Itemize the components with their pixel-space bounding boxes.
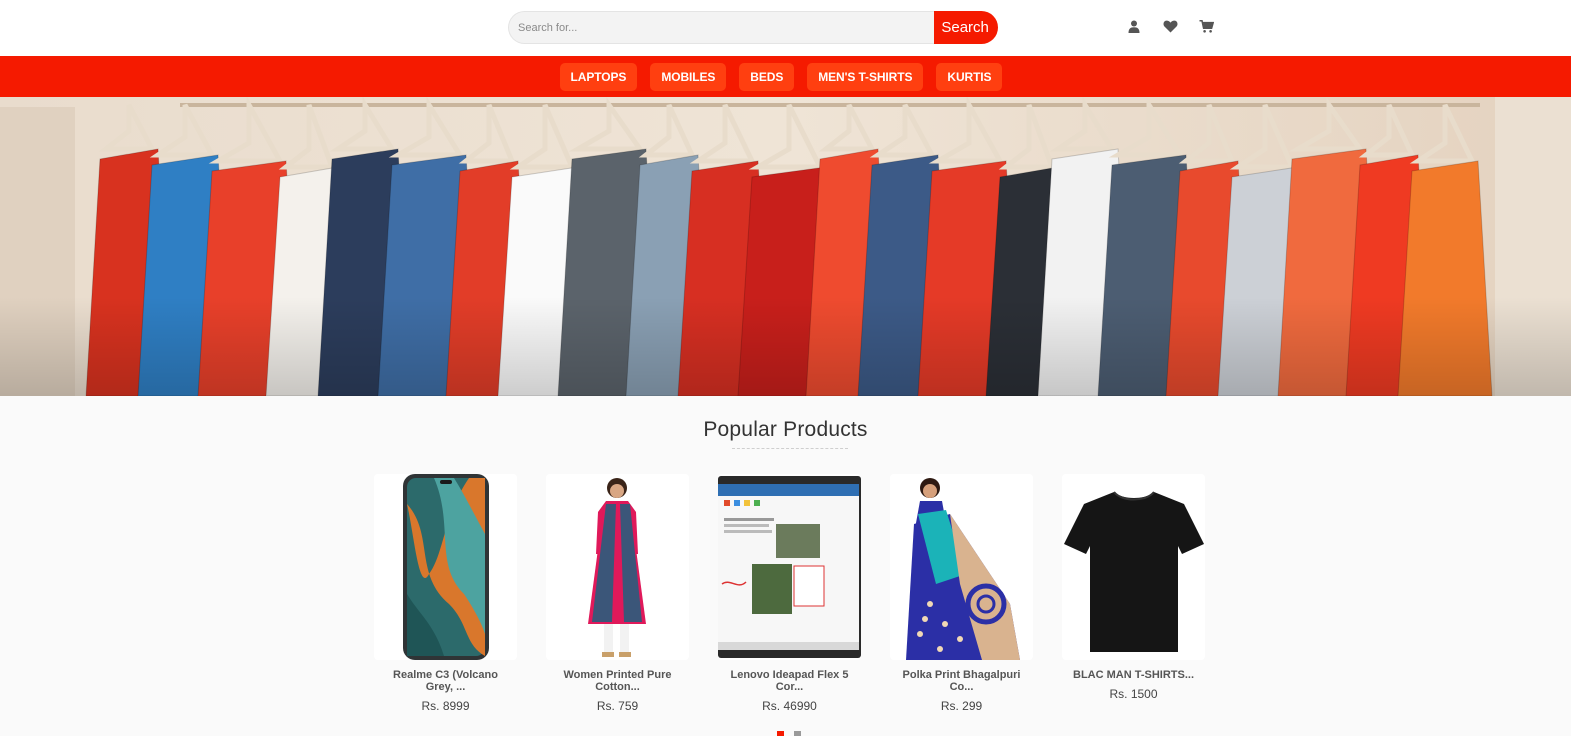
search-bar: Search <box>508 11 998 44</box>
product-price: Rs. 1500 <box>1109 687 1158 701</box>
product-name[interactable]: Women Printed Pure Cotton... <box>546 669 689 693</box>
product-name[interactable]: Polka Print Bhagalpuri Co... <box>890 669 1033 693</box>
nav-item-kurtis[interactable]: KURTIS <box>936 62 1003 91</box>
product-carousel: Realme C3 (Volcano Grey, ... Rs. 8999 Wo… <box>374 474 1205 713</box>
product-price: Rs. 8999 <box>421 699 470 713</box>
cart-icon[interactable] <box>1198 17 1214 35</box>
product-name[interactable]: Realme C3 (Volcano Grey, ... <box>374 669 517 693</box>
search-input[interactable] <box>508 11 935 44</box>
carousel-dot-2[interactable] <box>794 731 801 736</box>
title-divider <box>732 448 848 449</box>
category-nav: LAPTOPS MOBILES BEDS MEN'S T-SHIRTS KURT… <box>0 56 1571 97</box>
product-card[interactable]: Women Printed Pure Cotton... Rs. 759 <box>546 474 689 713</box>
product-price: Rs. 299 <box>940 699 983 713</box>
nav-item-laptops[interactable]: LAPTOPS <box>559 62 638 91</box>
site-header: Search <box>0 0 1571 56</box>
product-card[interactable]: BLAC MAN T-SHIRTS... Rs. 1500 <box>1062 474 1205 713</box>
product-image-tshirt[interactable] <box>1062 474 1205 660</box>
nav-item-beds[interactable]: BEDS <box>739 62 795 91</box>
product-name[interactable]: Lenovo Ideapad Flex 5 Cor... <box>718 669 861 693</box>
product-image-kurti[interactable] <box>546 474 689 660</box>
product-image-phone[interactable] <box>374 474 517 660</box>
product-image-laptop[interactable] <box>718 474 861 660</box>
header-icons <box>1126 17 1214 35</box>
carousel-dot-1[interactable] <box>777 731 784 736</box>
product-card[interactable]: Polka Print Bhagalpuri Co... Rs. 299 <box>890 474 1033 713</box>
nav-item-mens-tshirts[interactable]: MEN'S T-SHIRTS <box>807 62 924 91</box>
search-button[interactable]: Search <box>934 11 998 44</box>
product-image-saree[interactable] <box>890 474 1033 660</box>
product-card[interactable]: Lenovo Ideapad Flex 5 Cor... Rs. 46990 <box>718 474 861 713</box>
nav-item-mobiles[interactable]: MOBILES <box>650 62 727 91</box>
heart-icon[interactable] <box>1162 17 1178 35</box>
clothes-rack-image <box>0 97 1571 396</box>
section-title: Popular Products <box>703 418 868 441</box>
product-name[interactable]: BLAC MAN T-SHIRTS... <box>1062 669 1205 681</box>
product-price: Rs. 759 <box>596 699 639 713</box>
carousel-pagination <box>777 731 801 736</box>
hero-banner[interactable] <box>0 97 1571 396</box>
product-price: Rs. 46990 <box>762 699 817 713</box>
user-icon[interactable] <box>1126 17 1142 35</box>
product-card[interactable]: Realme C3 (Volcano Grey, ... Rs. 8999 <box>374 474 517 713</box>
